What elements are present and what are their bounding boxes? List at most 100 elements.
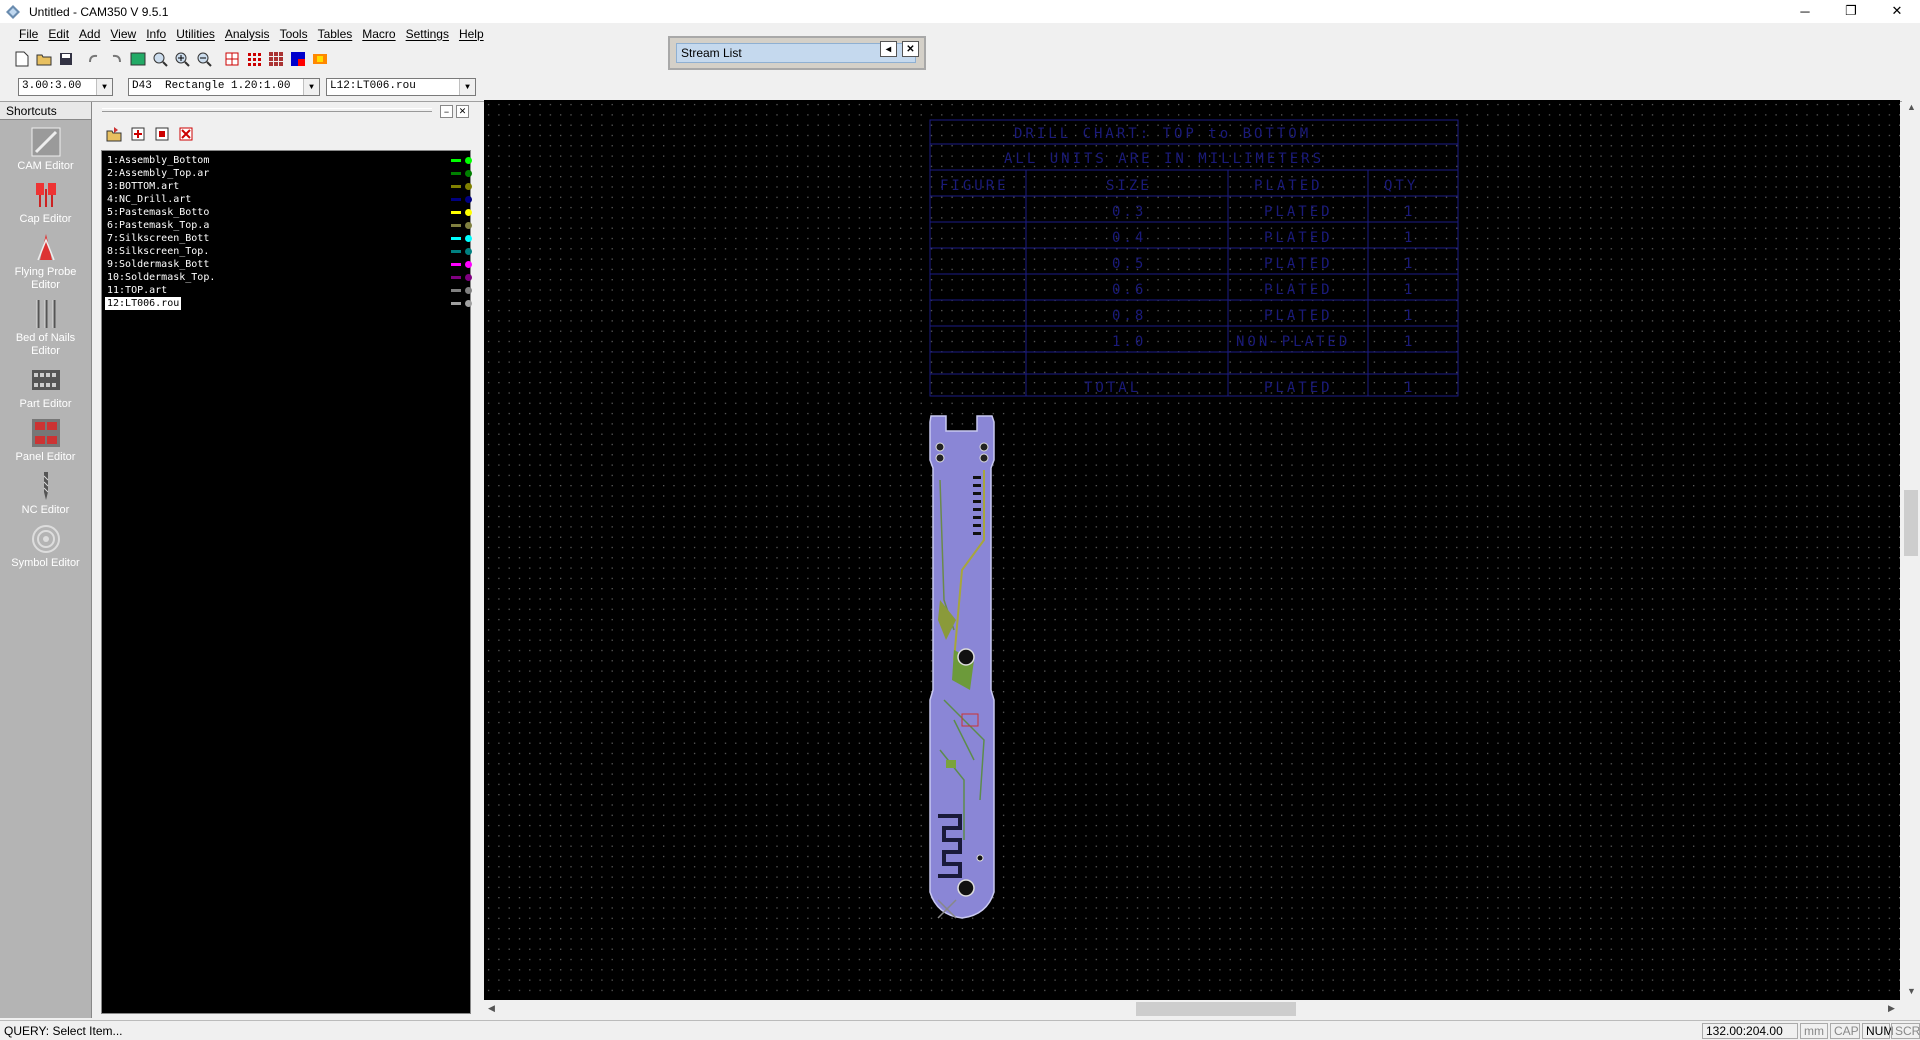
menu-info[interactable]: Info	[141, 27, 171, 41]
layer-row[interactable]: 10:Soldermask_Top.	[105, 271, 472, 284]
horizontal-scrollbar[interactable]: ◀ ▶	[484, 1000, 1902, 1018]
close-button[interactable]: ✕	[1874, 0, 1920, 22]
layer-visibility-dot[interactable]	[465, 235, 472, 242]
layer-visibility-dot[interactable]	[465, 300, 472, 307]
settings-icon[interactable]	[310, 49, 330, 69]
layer-visibility-dot[interactable]	[465, 261, 472, 268]
open-icon[interactable]	[34, 49, 54, 69]
layer-row-selected[interactable]: 12:LT006.rou	[105, 297, 472, 310]
layer-name: 3:BOTTOM.art	[107, 181, 180, 192]
restore-button[interactable]: ❐	[1828, 0, 1874, 22]
chevron-down-icon[interactable]: ▼	[459, 79, 475, 95]
zoom-out-icon[interactable]	[194, 49, 214, 69]
redraw-icon[interactable]	[128, 49, 148, 69]
panel-grip[interactable]	[102, 108, 432, 112]
zoom-in-icon[interactable]	[172, 49, 192, 69]
grid-combo[interactable]: 3.00:3.00 ▼	[18, 78, 113, 96]
zoom-window-icon[interactable]	[150, 49, 170, 69]
layer-visibility-dot[interactable]	[465, 170, 472, 177]
layer-color-swatch[interactable]	[451, 289, 461, 292]
cad-canvas[interactable]: DRILL CHART: TOP to BOTTOM ALL UNITS ARE…	[484, 100, 1900, 1000]
layer-color-swatch[interactable]	[451, 224, 461, 227]
layer-row[interactable]: 6:Pastemask_Top.a	[105, 219, 472, 232]
vertical-scroll-thumb[interactable]	[1904, 490, 1918, 556]
layer-row[interactable]: 9:Soldermask_Bott	[105, 258, 472, 271]
save-icon[interactable]	[56, 49, 76, 69]
layer-color-swatch[interactable]	[451, 185, 461, 188]
shortcut-symbol-editor[interactable]: Symbol Editor	[0, 523, 91, 570]
menu-add[interactable]: Add	[74, 27, 105, 41]
layer-visibility-dot[interactable]	[465, 222, 472, 229]
layer-row[interactable]: 3:BOTTOM.art	[105, 180, 472, 193]
layer-row[interactable]: 2:Assembly_Top.ar	[105, 167, 472, 180]
shortcut-panel-editor[interactable]: Panel Editor	[0, 417, 91, 464]
chevron-down-icon[interactable]: ▼	[96, 79, 112, 95]
scroll-up-icon[interactable]: ▲	[1907, 102, 1916, 112]
grid-alt-icon[interactable]	[266, 49, 286, 69]
chevron-down-icon[interactable]: ▼	[303, 79, 319, 95]
layer-row[interactable]: 1:Assembly_Bottom	[105, 154, 472, 167]
stream-list-arrow-button[interactable]: ◂	[880, 41, 897, 57]
layer-color-swatch[interactable]	[451, 198, 461, 201]
add-layer-icon[interactable]	[130, 126, 146, 145]
minimize-button[interactable]: ─	[1782, 0, 1828, 22]
layer-visibility-dot[interactable]	[465, 209, 472, 216]
minimize-panel-button[interactable]: −	[440, 105, 453, 118]
horizontal-scroll-thumb[interactable]	[1136, 1002, 1296, 1016]
open-layer-icon[interactable]	[106, 126, 122, 145]
color-icon[interactable]	[288, 49, 308, 69]
scroll-left-icon[interactable]: ◀	[488, 1003, 495, 1014]
delete-layer-icon[interactable]	[154, 126, 170, 145]
stream-list-toolbar[interactable]: Stream List ◂ ✕	[668, 36, 926, 70]
stream-list-close-button[interactable]: ✕	[902, 41, 919, 57]
layer-row[interactable]: 8:Silkscreen_Top.	[105, 245, 472, 258]
dcode-combo[interactable]: D43 Rectangle 1.20:1.00 ▼	[128, 78, 320, 96]
shortcut-flying-probe-editor[interactable]: Flying Probe Editor	[0, 232, 91, 292]
shortcut-bed-of-nails-editor[interactable]: Bed of Nails Editor	[0, 298, 91, 358]
layer-row[interactable]: 11:TOP.art	[105, 284, 472, 297]
menu-view[interactable]: View	[105, 27, 141, 41]
layer-row[interactable]: 7:Silkscreen_Bott	[105, 232, 472, 245]
shortcut-cap-editor[interactable]: Cap Editor	[0, 179, 91, 226]
layer-visibility-dot[interactable]	[465, 183, 472, 190]
layer-icon[interactable]	[222, 49, 242, 69]
layer-row[interactable]: 5:Pastemask_Botto	[105, 206, 472, 219]
menu-file[interactable]: File	[14, 27, 43, 41]
layer-color-swatch[interactable]	[451, 237, 461, 240]
layer-visibility-dot[interactable]	[465, 248, 472, 255]
shortcut-part-editor[interactable]: Part Editor	[0, 364, 91, 411]
menu-macro[interactable]: Macro	[357, 27, 400, 41]
menu-help[interactable]: Help	[454, 27, 489, 41]
close-panel-button[interactable]: ✕	[456, 105, 469, 118]
layer-visibility-dot[interactable]	[465, 196, 472, 203]
layer-color-swatch[interactable]	[451, 172, 461, 175]
menu-edit[interactable]: Edit	[43, 27, 74, 41]
vertical-scrollbar[interactable]: ▲ ▼	[1902, 100, 1920, 1000]
menu-utilities[interactable]: Utilities	[171, 27, 220, 41]
app-icon[interactable]	[5, 4, 21, 20]
undo-icon[interactable]	[84, 49, 104, 69]
layer-color-swatch[interactable]	[451, 250, 461, 253]
remove-layer-icon[interactable]	[178, 126, 194, 145]
layer-color-swatch[interactable]	[451, 276, 461, 279]
grid-icon[interactable]	[244, 49, 264, 69]
menu-settings[interactable]: Settings	[401, 27, 454, 41]
layer-combo[interactable]: L12:LT006.rou ▼	[326, 78, 476, 96]
new-icon[interactable]	[12, 49, 32, 69]
menu-tables[interactable]: Tables	[313, 27, 358, 41]
scroll-down-icon[interactable]: ▼	[1907, 986, 1916, 996]
layer-color-swatch[interactable]	[451, 159, 461, 162]
scroll-right-icon[interactable]: ▶	[1888, 1003, 1895, 1014]
layer-visibility-dot[interactable]	[465, 287, 472, 294]
menu-analysis[interactable]: Analysis	[220, 27, 275, 41]
layer-visibility-dot[interactable]	[465, 157, 472, 164]
shortcut-nc-editor[interactable]: NC Editor	[0, 470, 91, 517]
redo-icon[interactable]	[106, 49, 126, 69]
layer-color-swatch[interactable]	[451, 211, 461, 214]
layer-color-swatch[interactable]	[451, 302, 461, 305]
layer-color-swatch[interactable]	[451, 263, 461, 266]
menu-tools[interactable]: Tools	[275, 27, 313, 41]
shortcut-cam-editor[interactable]: CAM Editor	[0, 126, 91, 173]
layer-row[interactable]: 4:NC_Drill.art	[105, 193, 472, 206]
layer-visibility-dot[interactable]	[465, 274, 472, 281]
